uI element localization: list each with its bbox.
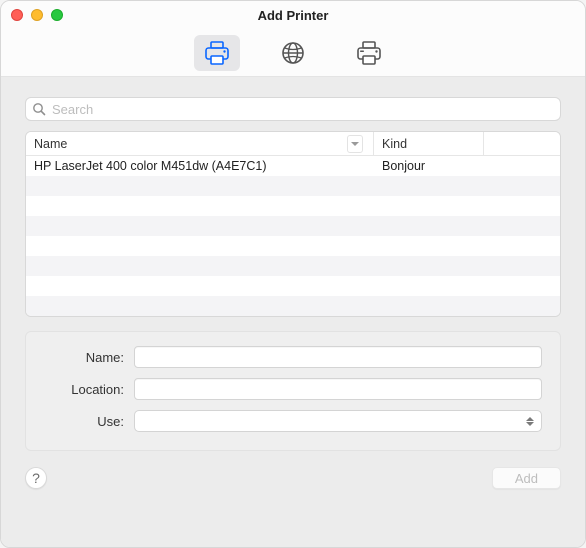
column-header-spacer xyxy=(484,132,560,156)
tab-ip[interactable] xyxy=(270,35,316,71)
column-header-name[interactable]: Name xyxy=(26,132,374,156)
printer-icon xyxy=(203,40,231,66)
zoom-window-button[interactable] xyxy=(51,9,63,21)
table-row[interactable] xyxy=(26,276,560,296)
printer-details-panel: Name: Location: Use: xyxy=(25,331,561,451)
column-header-name-label: Name xyxy=(34,137,67,151)
search-icon xyxy=(32,102,46,116)
cell-name: HP LaserJet 400 color M451dw (A4E7C1) xyxy=(26,159,374,173)
printer-advanced-icon xyxy=(355,40,383,66)
cell-kind: Bonjour xyxy=(374,159,484,173)
table-row[interactable] xyxy=(26,296,560,316)
location-field[interactable] xyxy=(134,378,542,400)
sort-indicator-icon xyxy=(347,135,363,153)
popup-arrows-icon xyxy=(523,413,537,429)
use-label: Use: xyxy=(44,414,124,429)
toolbar xyxy=(1,29,585,77)
add-button-label: Add xyxy=(515,471,538,486)
table-header: Name Kind xyxy=(26,132,560,156)
help-icon: ? xyxy=(32,470,40,486)
window-controls xyxy=(11,9,63,21)
footer: ? Add xyxy=(25,467,561,489)
tab-windows[interactable] xyxy=(346,35,392,71)
window-title: Add Printer xyxy=(258,8,329,23)
table-row[interactable] xyxy=(26,216,560,236)
column-header-kind[interactable]: Kind xyxy=(374,132,484,156)
add-button: Add xyxy=(492,467,561,489)
globe-icon xyxy=(281,41,305,65)
table-row[interactable]: HP LaserJet 400 color M451dw (A4E7C1) Bo… xyxy=(26,156,560,176)
search-field[interactable] xyxy=(25,97,561,121)
minimize-window-button[interactable] xyxy=(31,9,43,21)
printer-table: Name Kind HP LaserJet 400 color M451dw (… xyxy=(25,131,561,317)
table-row[interactable] xyxy=(26,256,560,276)
table-row[interactable] xyxy=(26,196,560,216)
tab-default[interactable] xyxy=(194,35,240,71)
column-header-kind-label: Kind xyxy=(382,137,407,151)
close-window-button[interactable] xyxy=(11,9,23,21)
title-bar: Add Printer xyxy=(1,1,585,29)
help-button[interactable]: ? xyxy=(25,467,47,489)
name-label: Name: xyxy=(44,350,124,365)
table-body: HP LaserJet 400 color M451dw (A4E7C1) Bo… xyxy=(26,156,560,316)
add-printer-window: Add Printer xyxy=(0,0,586,548)
name-field[interactable] xyxy=(134,346,542,368)
search-input[interactable] xyxy=(52,102,554,117)
table-row[interactable] xyxy=(26,176,560,196)
content-area: Name Kind HP LaserJet 400 color M451dw (… xyxy=(1,77,585,547)
location-label: Location: xyxy=(44,382,124,397)
table-row[interactable] xyxy=(26,236,560,256)
use-popup[interactable] xyxy=(134,410,542,432)
